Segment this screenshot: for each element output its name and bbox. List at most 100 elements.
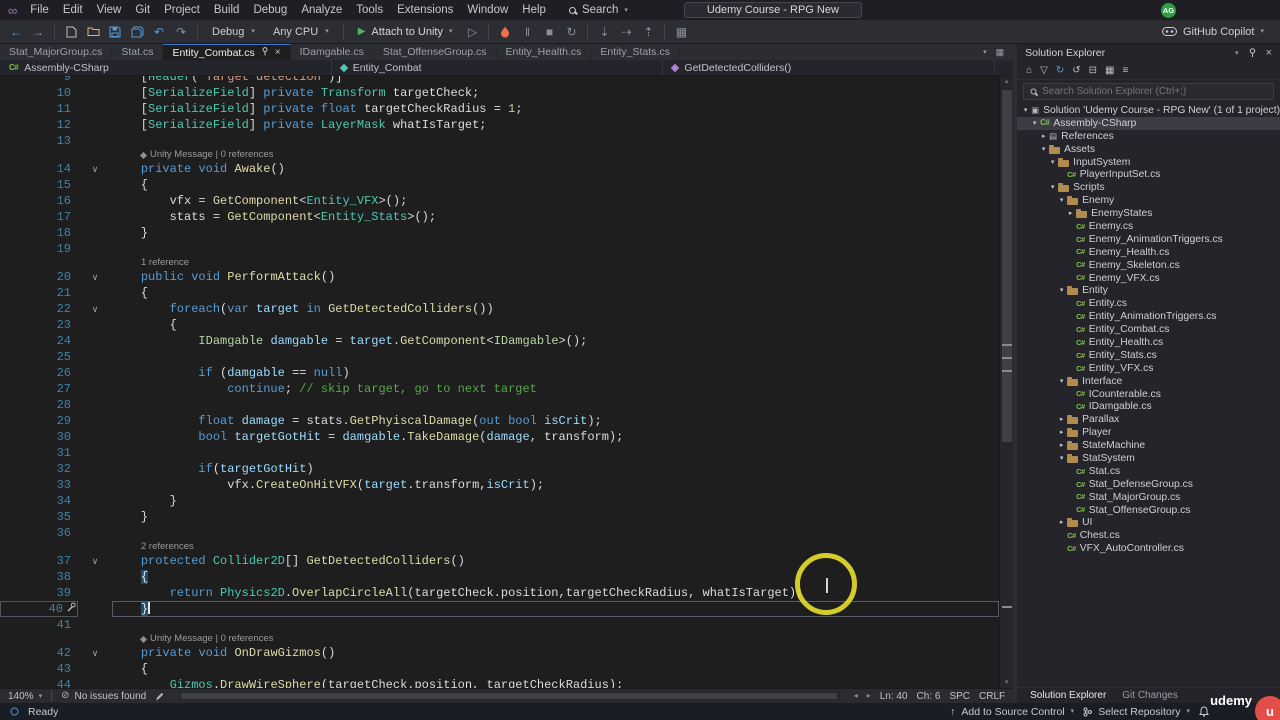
tree-item[interactable]: ▾ InputSystem bbox=[1017, 156, 1280, 169]
code-content[interactable]: 9 [Header("Target detection")] 10 [Serial… bbox=[0, 76, 1000, 688]
code-line[interactable]: 12 [SerializeField] private LayerMask wh… bbox=[0, 117, 999, 133]
code-line[interactable]: 15 { bbox=[0, 177, 999, 193]
code-line[interactable]: 35 } bbox=[0, 509, 999, 525]
tree-item[interactable]: ▸ Player bbox=[1017, 426, 1280, 439]
horizontal-scrollbar-thumb[interactable] bbox=[181, 693, 837, 699]
tree-item[interactable]: ▾ Scripts bbox=[1017, 181, 1280, 194]
code-line[interactable]: 16 vfx = GetComponent<Entity_VFX>(); bbox=[0, 193, 999, 209]
tree-chevron-icon[interactable]: ▾ bbox=[1048, 184, 1057, 191]
codelens-label[interactable]: 1 reference bbox=[112, 257, 189, 269]
code-line[interactable]: 25 bbox=[0, 349, 999, 365]
tree-chevron-icon[interactable]: ▸ bbox=[1057, 442, 1066, 449]
code-line[interactable]: 39 return Physics2D.OverlapCircleAll(tar… bbox=[0, 585, 999, 601]
tree-item[interactable]: C# ICounterable.cs bbox=[1017, 388, 1280, 401]
tab-list-icon[interactable]: ▾ bbox=[983, 49, 987, 56]
code-line[interactable]: 32 if(targetGotHit) bbox=[0, 461, 999, 477]
add-to-source-control-button[interactable]: ↑ Add to Source Control ▾ bbox=[950, 706, 1074, 718]
tree-chevron-icon[interactable]: ▸ bbox=[1066, 210, 1075, 217]
undo-icon[interactable]: ↶ bbox=[149, 23, 169, 41]
new-tab-group-icon[interactable]: ▦ bbox=[996, 47, 1005, 58]
hot-reload-icon[interactable] bbox=[495, 23, 515, 41]
zoom-control[interactable]: 140% ▾ bbox=[8, 691, 42, 702]
tree-item[interactable]: ▾ StatSystem bbox=[1017, 452, 1280, 465]
solution-configurations-dropdown[interactable]: Debug ▾ bbox=[204, 25, 263, 39]
tree-item[interactable]: C# Entity_AnimationTriggers.cs bbox=[1017, 310, 1280, 323]
tree-item[interactable]: ▾ Enemy bbox=[1017, 194, 1280, 207]
tab-Entity_Stats.cs[interactable]: Entity_Stats.cs bbox=[591, 44, 680, 60]
solution-title[interactable]: Udemy Course - RPG New bbox=[683, 2, 862, 18]
menu-help[interactable]: Help bbox=[515, 2, 553, 18]
break-all-icon[interactable]: ‖ bbox=[517, 23, 537, 41]
tree-chevron-icon[interactable]: ▸ bbox=[1057, 519, 1066, 526]
save-all-icon[interactable] bbox=[127, 23, 147, 41]
horizontal-scrollbar[interactable] bbox=[179, 692, 839, 700]
code-line[interactable]: 37 ∨ protected Collider2D[] GetDetectedCo… bbox=[0, 553, 999, 569]
tree-item[interactable]: C# VFX_AutoController.cs bbox=[1017, 542, 1280, 555]
tree-item[interactable]: C# IDamgable.cs bbox=[1017, 400, 1280, 413]
tree-item[interactable]: C# Enemy_VFX.cs bbox=[1017, 272, 1280, 285]
tree-item[interactable]: ▸ EnemyStates bbox=[1017, 207, 1280, 220]
panel-tab-git-changes[interactable]: Git Changes bbox=[1115, 690, 1185, 701]
save-icon[interactable] bbox=[105, 23, 125, 41]
navigate-forward-icon[interactable]: → bbox=[28, 23, 48, 41]
scroll-left-icon[interactable]: ◂ bbox=[854, 692, 858, 700]
tree-item[interactable]: C# Enemy_AnimationTriggers.cs bbox=[1017, 233, 1280, 246]
tree-chevron-icon[interactable]: ▾ bbox=[1057, 455, 1066, 462]
code-line[interactable]: 33 vfx.CreateOnHitVFX(target.transform,i… bbox=[0, 477, 999, 493]
code-line[interactable]: 19 bbox=[0, 241, 999, 257]
fold-chevron-icon[interactable]: ∨ bbox=[78, 301, 112, 317]
codelens-row[interactable]: 1 reference bbox=[0, 257, 999, 269]
tree-item[interactable]: ▾ Interface bbox=[1017, 375, 1280, 388]
collapse-all-icon[interactable]: ⊟ bbox=[1089, 65, 1097, 76]
codelens-label[interactable]: Unity Message | 0 references bbox=[112, 149, 273, 161]
tree-item[interactable]: ▸ ▤ References bbox=[1017, 130, 1280, 143]
background-tasks-icon[interactable] bbox=[10, 707, 19, 716]
step-out-icon[interactable]: ⇡ bbox=[638, 23, 658, 41]
codelens-label[interactable]: 2 references bbox=[112, 541, 194, 553]
tree-item[interactable]: C# Stat.cs bbox=[1017, 465, 1280, 478]
select-repository-button[interactable]: Select Repository ▾ bbox=[1083, 706, 1190, 718]
code-editor[interactable]: 9 [Header("Target detection")] 10 [Serial… bbox=[0, 76, 1014, 688]
home-icon[interactable]: ⌂ bbox=[1026, 65, 1032, 76]
code-line[interactable]: 31 bbox=[0, 445, 999, 461]
code-line[interactable]: 22 ∨ foreach(var target in GetDetectedCol… bbox=[0, 301, 999, 317]
menu-tools[interactable]: Tools bbox=[349, 2, 390, 18]
pin-icon[interactable] bbox=[1248, 48, 1257, 58]
tree-chevron-icon[interactable]: ▸ bbox=[1039, 133, 1048, 140]
tree-chevron-icon[interactable]: ▸ bbox=[1057, 429, 1066, 436]
find-in-files-icon[interactable]: ▦ bbox=[671, 23, 691, 41]
tree-item[interactable]: ▾ C# Assembly-CSharp bbox=[1017, 116, 1280, 130]
tab-Entity_Combat.cs[interactable]: Entity_Combat.cs × bbox=[163, 44, 291, 60]
vertical-scrollbar-thumb[interactable] bbox=[1002, 90, 1013, 442]
tree-chevron-icon[interactable]: ▾ bbox=[1057, 197, 1066, 204]
tab-Entity_Health.cs[interactable]: Entity_Health.cs bbox=[497, 44, 592, 60]
column-indicator[interactable]: Ch: 6 bbox=[917, 691, 941, 702]
step-into-icon[interactable]: ⇣ bbox=[594, 23, 614, 41]
code-line[interactable]: 34 } bbox=[0, 493, 999, 509]
window-menu-icon[interactable]: ▾ bbox=[1235, 50, 1239, 57]
menu-file[interactable]: File bbox=[23, 2, 56, 18]
tree-item[interactable]: C# Entity_Health.cs bbox=[1017, 336, 1280, 349]
fold-chevron-icon[interactable]: ∨ bbox=[78, 553, 112, 569]
tree-item[interactable]: C# Stat_OffenseGroup.cs bbox=[1017, 504, 1280, 517]
close-icon[interactable]: × bbox=[275, 47, 281, 58]
restart-icon[interactable]: ↻ bbox=[561, 23, 581, 41]
menu-git[interactable]: Git bbox=[128, 2, 157, 18]
account-avatar[interactable]: AG bbox=[1161, 2, 1176, 18]
stop-debugging-icon[interactable]: ■ bbox=[539, 23, 559, 41]
code-line[interactable]: 36 bbox=[0, 525, 999, 541]
pin-icon[interactable] bbox=[261, 46, 269, 59]
tree-item[interactable]: C# Enemy_Skeleton.cs bbox=[1017, 259, 1280, 272]
code-line[interactable]: 43 { bbox=[0, 661, 999, 677]
tree-item[interactable]: C# Stat_MajorGroup.cs bbox=[1017, 491, 1280, 504]
code-line[interactable]: 44 Gizmos.DrawWireSphere(targetCheck.pos… bbox=[0, 677, 999, 688]
code-line[interactable]: 41 bbox=[0, 617, 999, 633]
code-line[interactable]: 30 bool targetGotHit = damgable.TakeDama… bbox=[0, 429, 999, 445]
code-line[interactable]: 18 } bbox=[0, 225, 999, 241]
code-line[interactable]: 13 bbox=[0, 133, 999, 149]
search-control[interactable]: Search ▾ bbox=[561, 3, 636, 17]
tree-item[interactable]: C# Enemy.cs bbox=[1017, 220, 1280, 233]
code-line[interactable]: 17 stats = GetComponent<Entity_Stats>(); bbox=[0, 209, 999, 225]
tree-chevron-icon[interactable]: ▾ bbox=[1021, 107, 1030, 114]
tree-item[interactable]: C# Chest.cs bbox=[1017, 529, 1280, 542]
